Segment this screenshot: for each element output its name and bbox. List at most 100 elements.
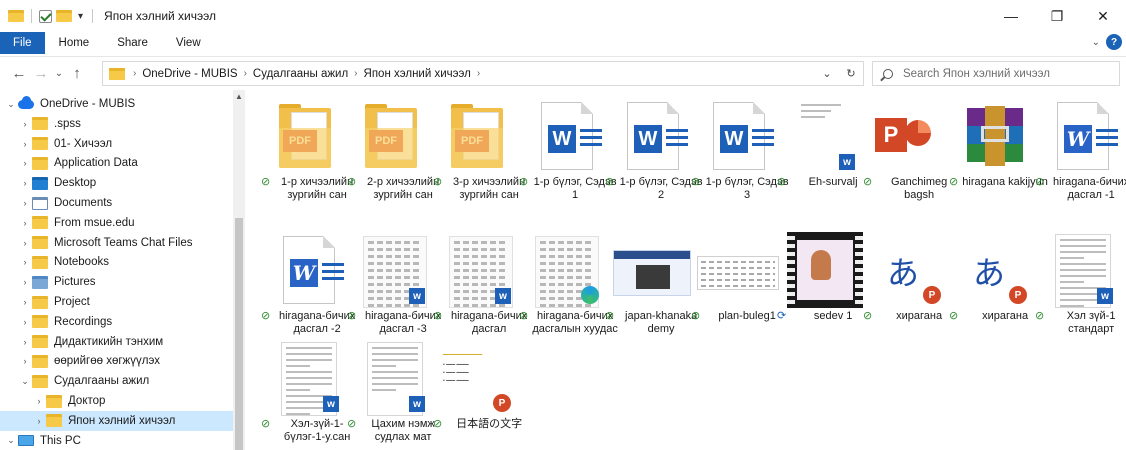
navigation-scrollbar[interactable]: ▲ — [233, 90, 245, 450]
file-item[interactable]: あ P ⊘ хирагана — [949, 228, 1035, 346]
tab-share[interactable]: Share — [103, 32, 162, 54]
chevron-right-icon[interactable]: › — [133, 68, 136, 79]
tab-file[interactable]: File — [0, 32, 45, 54]
file-item[interactable]: P ⊘ Ganchimeg bagsh — [863, 94, 949, 212]
word-thumbnail-icon: W — [697, 98, 774, 174]
help-icon[interactable]: ? — [1106, 34, 1122, 50]
tree-item[interactable]: ⌄ OneDrive - MUBIS — [0, 94, 233, 114]
file-item[interactable]: PDF⊘2-р хичээлийн зургийн сан — [347, 94, 439, 212]
chevron-right-icon[interactable]: › — [18, 317, 32, 327]
chevron-right-icon[interactable]: › — [18, 297, 32, 307]
file-list: PDF⊘1-р хичээлийн зургийн санPDF⊘2-р хич… — [257, 90, 1126, 450]
tree-item[interactable]: › 01- Хичээл — [0, 134, 233, 154]
breadcrumb-current[interactable]: Япон хэлний хичээл — [364, 68, 471, 80]
tree-item[interactable]: › Project — [0, 292, 233, 312]
chevron-right-icon[interactable]: › — [244, 68, 247, 79]
synced-status-icon: ⊘ — [1035, 310, 1045, 322]
chevron-right-icon[interactable]: › — [477, 68, 480, 79]
file-item[interactable]: w ⊘ hiragana-бичих дасгал -3 — [347, 228, 441, 346]
file-item[interactable]: ⟳ sedev 1 — [777, 228, 863, 346]
refresh-button[interactable]: ↻ — [839, 67, 863, 80]
chevron-right-icon[interactable]: › — [18, 218, 32, 228]
chevron-right-icon[interactable]: › — [18, 337, 32, 347]
quick-access-toolbar: ▾ Япон хэлний хичээл — [0, 0, 216, 32]
properties-checkbox-icon[interactable] — [39, 9, 52, 23]
recent-locations-button[interactable]: ⌄ — [52, 68, 66, 79]
file-item[interactable]: w ⊘ hiragana-бичих дасгал — [433, 228, 527, 346]
address-history-button[interactable]: ⌄ — [815, 67, 839, 80]
file-item[interactable]: w ⊘ Хэл зүй-1 стандарт — [1035, 228, 1121, 346]
tab-home[interactable]: Home — [45, 32, 104, 54]
file-item[interactable]: w ⊘ Eh-survalj — [777, 94, 863, 212]
tree-item[interactable]: › Доктор — [0, 391, 233, 411]
synced-status-icon: ⊘ — [949, 310, 959, 322]
chevron-right-icon[interactable]: › — [18, 178, 32, 188]
tree-item[interactable]: › .spss — [0, 114, 233, 134]
chevron-right-icon[interactable]: › — [18, 257, 32, 267]
close-button[interactable]: ✕ — [1080, 0, 1126, 32]
file-item[interactable]: ⊘ plan-buleg1 — [691, 228, 779, 346]
file-item[interactable]: あ P ⊘ хирагана — [863, 228, 949, 346]
file-item[interactable]: PDF⊘1-р хичээлийн зургийн сан — [261, 94, 353, 212]
tree-item[interactable]: › Desktop — [0, 173, 233, 193]
chevron-right-icon[interactable]: › — [18, 198, 32, 208]
tree-item[interactable]: › Recordings — [0, 312, 233, 332]
up-button[interactable]: ↑ — [66, 65, 88, 82]
chevron-right-icon[interactable]: › — [18, 356, 32, 366]
chevron-right-icon[interactable]: › — [18, 238, 32, 248]
file-item[interactable]: w ⊘ Цахим нэмж судлах мат — [347, 336, 435, 450]
chevron-right-icon[interactable]: › — [32, 396, 46, 406]
file-item[interactable]: ⊘ hiragana kakijyun — [949, 94, 1048, 212]
tree-item[interactable]: ⌄ Судалгааны ажил — [0, 371, 233, 391]
file-item[interactable]: PDF⊘3-р хичээлийн зургийн сан — [433, 94, 525, 212]
scroll-up-icon[interactable]: ▲ — [235, 92, 243, 101]
tree-item[interactable]: › Pictures — [0, 272, 233, 292]
file-caption: ⊘ 2-р хичээлийн зургийн сан — [347, 176, 447, 202]
back-button[interactable]: ← — [8, 65, 30, 82]
folder-icon — [32, 335, 48, 349]
maximize-button[interactable]: ❐ — [1034, 0, 1080, 32]
breadcrumb-onedrive[interactable]: OneDrive - MUBIS — [142, 68, 237, 80]
forward-button[interactable]: → — [30, 65, 52, 82]
tree-item[interactable]: ⌄ This PC — [0, 431, 233, 450]
tree-item[interactable]: › Notebooks — [0, 252, 233, 272]
search-input[interactable]: Search Япон хэлний хичээл — [872, 61, 1120, 86]
chevron-down-icon[interactable]: ⌄ — [4, 99, 18, 110]
customize-quick-access-dropdown[interactable]: ▾ — [78, 11, 83, 22]
chevron-down-icon[interactable]: ⌄ — [4, 435, 18, 446]
chevron-right-icon[interactable]: › — [18, 277, 32, 287]
file-caption: ⊘ Ganchimeg bagsh — [863, 176, 963, 202]
scrollbar-thumb[interactable] — [235, 218, 243, 450]
tree-item[interactable]: › Дидактикийн тэнхим — [0, 332, 233, 352]
file-item[interactable]: W ⊘ 1-р бүлэг, Сэдэв 2 — [605, 94, 703, 212]
chevron-right-icon[interactable]: › — [18, 158, 32, 168]
file-item[interactable]: ⊘ japan-khanaka demy — [605, 228, 697, 346]
synced-status-icon: ⊘ — [433, 310, 443, 322]
file-item[interactable]: W ⊘ 1-р бүлэг, Сэдэв 3 — [691, 94, 789, 212]
tree-item-label: өөрийгөө хөгжүүлэх — [54, 355, 160, 368]
chevron-right-icon[interactable]: › — [18, 119, 32, 129]
minimize-button[interactable]: — — [988, 0, 1034, 32]
expand-ribbon-icon[interactable]: ⌄ — [1092, 37, 1100, 48]
chevron-right-icon[interactable]: › — [18, 139, 32, 149]
tree-item[interactable]: › Microsoft Teams Chat Files — [0, 233, 233, 253]
file-item[interactable]: w ⊘ Хэл-зүй-1-бүлэг-1-у.сан — [261, 336, 350, 450]
breadcrumb-research[interactable]: Судалгааны ажил — [253, 68, 348, 80]
tree-item[interactable]: › From msue.edu — [0, 213, 233, 233]
tab-view[interactable]: View — [162, 32, 215, 54]
file-item[interactable]: W ⊘ hiragana-бичих дасгал -2 — [261, 228, 355, 346]
doc-word-thumbnail-icon: w — [1041, 232, 1117, 308]
new-folder-icon[interactable] — [56, 10, 72, 22]
tree-item[interactable]: › өөрийгөө хөгжүүлэх — [0, 351, 233, 371]
tree-item[interactable]: › Documents — [0, 193, 233, 213]
file-item[interactable]: W ⊘ 1-р бүлэг, Сэдэв 1 — [519, 94, 617, 212]
file-item[interactable]: ⊘ hiragana-бичих дасгалын хуудас — [519, 228, 618, 346]
file-item[interactable]: W ⊘ hiragana-бичих дасгал -1 — [1035, 94, 1126, 212]
chevron-right-icon[interactable]: › — [354, 68, 357, 79]
tree-item[interactable]: › Япон хэлний хичээл — [0, 410, 233, 431]
chevron-right-icon[interactable]: › — [32, 416, 46, 426]
tree-item[interactable]: › Application Data — [0, 153, 233, 173]
file-item[interactable]: ━━━━━━━━━━━━━ • ━━━ ━━━━ • ━━━ ━━━━ • ━━━ ━… — [433, 336, 522, 450]
address-bar[interactable]: › OneDrive - MUBIS › Судалгааны ажил › Я… — [102, 61, 864, 86]
chevron-down-icon[interactable]: ⌄ — [18, 376, 32, 387]
